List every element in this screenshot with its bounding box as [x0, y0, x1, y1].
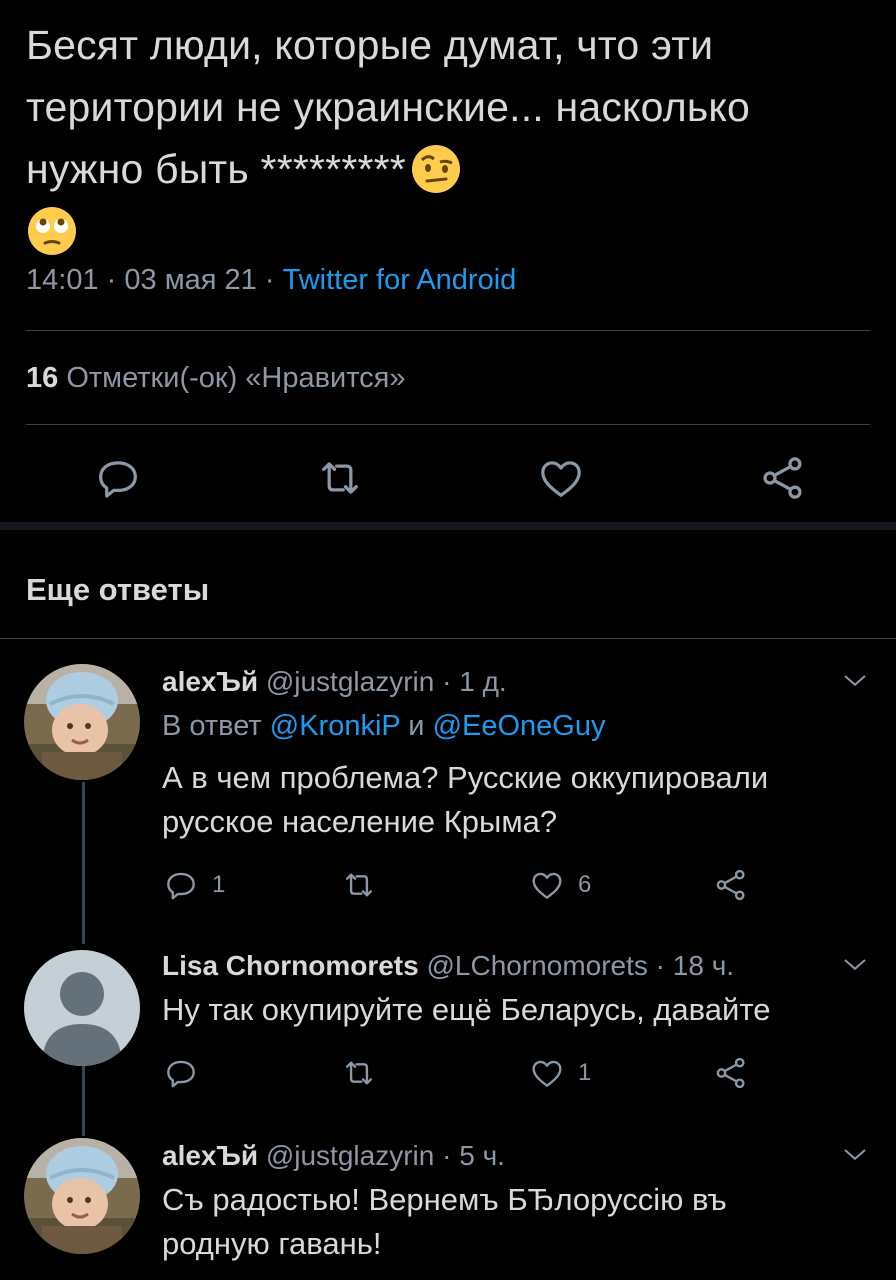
meta-separator: ·	[655, 950, 665, 981]
share-button[interactable]	[712, 1054, 762, 1092]
divider	[26, 424, 870, 425]
reply-text: Ну так окупируйте ещё Беларусь, давайте	[162, 992, 771, 1027]
reply-button[interactable]: 1	[162, 866, 225, 904]
display-name[interactable]: alexЪй	[162, 666, 258, 697]
share-icon	[763, 457, 802, 499]
like-button[interactable]: 1	[528, 1054, 591, 1092]
tweet-source-link[interactable]: Twitter for Android	[283, 264, 517, 296]
meta-separator: ·	[106, 264, 117, 296]
reply-header: alexЪй @justglazyrin · 5 ч.	[162, 1140, 505, 1172]
share-icon	[716, 1057, 745, 1089]
display-name[interactable]: alexЪй	[162, 1140, 258, 1171]
retweet-button[interactable]	[340, 1054, 390, 1092]
like-count: 6	[578, 871, 592, 898]
reply-text: А в чем проблема? Русские оккупировали р…	[162, 760, 769, 839]
likes-label: Отметки(-ок) «Нравится»	[66, 362, 406, 394]
tweet-text: Бесят люди, которые думат, что эти терит…	[26, 14, 856, 262]
reply-time: 18 ч.	[672, 950, 735, 981]
meta-separator: ·	[264, 264, 275, 296]
heart-icon	[532, 872, 562, 899]
likes-summary[interactable]: 16 Отметки(-ок) «Нравится»	[26, 362, 406, 395]
replying-to-label: В ответ	[162, 710, 262, 742]
reply-button[interactable]	[162, 1054, 212, 1092]
thread-line	[82, 1066, 85, 1136]
section-separator	[0, 522, 896, 530]
user-handle[interactable]: @LChornomorets	[426, 950, 647, 981]
conjunction: и	[408, 710, 425, 742]
reply-icon	[99, 461, 137, 498]
like-button[interactable]: 6	[528, 866, 591, 904]
share-button[interactable]	[757, 452, 809, 504]
like-count: 1	[578, 1059, 592, 1086]
tweet-date: 03 мая 21	[124, 264, 257, 296]
face-with-raised-eyebrow-icon	[410, 143, 462, 195]
thread-line	[82, 782, 85, 944]
more-options-button[interactable]	[840, 666, 870, 696]
share-button[interactable]	[712, 866, 762, 904]
face-with-rolling-eyes-icon	[26, 205, 78, 257]
more-replies-heading: Еще ответы	[26, 572, 210, 607]
reply-time: 5 ч.	[459, 1140, 505, 1171]
replying-to: В ответ @KronkiP и @EeOneGuy	[162, 710, 605, 743]
chevron-down-icon	[844, 959, 866, 971]
reply-header: alexЪй @justglazyrin · 1 д.	[162, 666, 507, 698]
reply-count: 1	[212, 871, 226, 898]
retweet-icon	[345, 873, 373, 897]
meta-separator: ·	[442, 666, 452, 697]
avatar[interactable]	[24, 664, 140, 780]
reply-header: Lisa Chornomorets @LChornomorets · 18 ч.	[162, 950, 734, 982]
retweet-button[interactable]	[314, 452, 366, 504]
heart-icon	[532, 1060, 562, 1087]
divider	[26, 330, 870, 331]
chevron-down-icon	[844, 675, 866, 687]
avatar[interactable]	[24, 1138, 140, 1254]
more-options-button[interactable]	[840, 1140, 870, 1170]
meta-separator: ·	[442, 1140, 452, 1171]
share-icon	[716, 869, 745, 901]
mention-link[interactable]: @KronkiP	[270, 710, 400, 742]
divider	[0, 638, 896, 639]
tweet-time: 14:01	[26, 264, 99, 296]
reply-text: Съ радостью! Вернемъ БЂлоруссію въ родну…	[162, 1182, 727, 1261]
retweet-icon	[322, 462, 358, 494]
more-options-button[interactable]	[840, 950, 870, 980]
reply-icon	[167, 1060, 195, 1088]
reply-button[interactable]	[92, 452, 144, 504]
retweet-button[interactable]	[340, 866, 390, 904]
tweet-meta: 14:01 · 03 мая 21 · Twitter for Android	[26, 264, 516, 297]
reply-icon	[167, 872, 195, 900]
heart-icon	[541, 461, 581, 497]
mention-link[interactable]: @EeOneGuy	[433, 710, 606, 742]
default-avatar[interactable]	[24, 950, 140, 1066]
like-button[interactable]	[535, 452, 587, 504]
tweet-text-content: Бесят люди, которые думат, что эти терит…	[26, 22, 750, 192]
retweet-icon	[345, 1061, 373, 1085]
reply-time: 1 д.	[459, 666, 507, 697]
display-name[interactable]: Lisa Chornomorets	[162, 950, 419, 981]
user-handle[interactable]: @justglazyrin	[266, 666, 434, 697]
user-handle[interactable]: @justglazyrin	[266, 1140, 434, 1171]
chevron-down-icon	[844, 1149, 866, 1161]
likes-count: 16	[26, 362, 59, 394]
